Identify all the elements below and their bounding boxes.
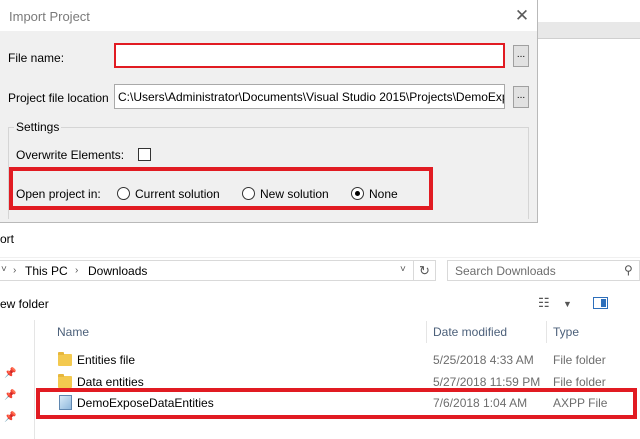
radio-new-solution-label[interactable]: New solution <box>260 187 329 201</box>
file-name-label: File name: <box>8 51 65 65</box>
file-name: Entities file <box>77 353 136 367</box>
project-location-browse-button[interactable]: ... <box>513 86 529 108</box>
overwrite-elements-label: Overwrite Elements: <box>16 148 125 162</box>
folder-icon <box>58 352 72 366</box>
breadcrumb-this-pc[interactable]: This PC <box>25 264 68 278</box>
search-placeholder: Search Downloads <box>455 264 556 278</box>
project-location-label: Project file location <box>8 91 109 105</box>
import-project-dialog: Import Project ✕ File name: ... Project … <box>0 0 538 223</box>
file-name: DemoExposeDataEntities <box>77 396 214 410</box>
column-header-date[interactable]: Date modified <box>433 325 507 339</box>
pin-icon[interactable]: 📌 <box>4 368 16 379</box>
address-dropdown-icon[interactable]: ˅ <box>400 264 406 275</box>
radio-new-solution[interactable] <box>242 187 255 200</box>
file-type: File folder <box>553 375 606 389</box>
project-location-value: C:\Users\Administrator\Documents\Visual … <box>118 90 505 104</box>
file-name-browse-button[interactable]: ... <box>513 45 529 67</box>
background-toolbar <box>538 22 640 39</box>
background-app <box>538 0 640 232</box>
radio-current-solution-label[interactable]: Current solution <box>135 187 220 201</box>
radio-none[interactable] <box>351 187 364 200</box>
explorer-title-divider <box>0 257 640 258</box>
project-location-input[interactable]: C:\Users\Administrator\Documents\Visual … <box>114 84 505 109</box>
view-options-icon[interactable]: ☷ <box>538 295 550 311</box>
breadcrumb-separator-icon: › <box>75 265 79 276</box>
breadcrumb-separator-icon: › <box>13 265 17 276</box>
file-row[interactable]: DemoExposeDataEntities 7/6/2018 1:04 AM … <box>48 393 640 414</box>
explorer-title: ort <box>0 232 15 246</box>
folder-icon <box>58 374 72 388</box>
overwrite-elements-checkbox[interactable] <box>138 148 151 161</box>
pin-icon[interactable]: 📌 <box>4 390 16 401</box>
navigation-pane: 📌 📌 📌 <box>0 320 35 439</box>
file-date: 5/25/2018 4:33 AM <box>433 353 534 367</box>
file-explorer-window: ort ˅ › This PC › Downloads ˅ ↻ Search D… <box>0 223 640 439</box>
refresh-icon[interactable]: ↻ <box>414 260 436 281</box>
radio-current-solution[interactable] <box>117 187 130 200</box>
preview-pane-icon[interactable] <box>593 297 608 309</box>
radio-none-label[interactable]: None <box>369 187 398 201</box>
file-type: AXPP File <box>553 396 608 410</box>
column-divider[interactable] <box>426 321 427 343</box>
file-row[interactable]: Data entities 5/27/2018 11:59 PM File fo… <box>48 372 640 393</box>
address-bar[interactable]: ˅ › This PC › Downloads ˅ <box>0 260 414 281</box>
file-type: File folder <box>553 353 606 367</box>
file-name: Data entities <box>77 375 144 389</box>
search-icon: ⚲ <box>624 263 633 277</box>
settings-group: Settings <box>8 120 529 219</box>
file-date: 5/27/2018 11:59 PM <box>433 375 541 389</box>
settings-caption: Settings <box>14 120 62 134</box>
breadcrumb-downloads[interactable]: Downloads <box>88 264 147 278</box>
open-project-label: Open project in: <box>16 187 101 201</box>
file-name-input[interactable] <box>114 43 505 68</box>
axpp-file-icon <box>59 395 72 410</box>
search-box[interactable]: Search Downloads ⚲ <box>447 260 640 281</box>
column-header-type[interactable]: Type <box>553 325 579 339</box>
pin-icon[interactable]: 📌 <box>4 412 16 423</box>
file-date: 7/6/2018 1:04 AM <box>433 396 528 410</box>
dialog-titlebar: Import Project ✕ <box>0 0 537 31</box>
view-dropdown-icon[interactable]: ▼ <box>563 299 572 309</box>
chevron-down-icon[interactable]: ˅ <box>1 264 7 275</box>
dialog-title: Import Project <box>9 9 90 24</box>
column-header-name[interactable]: Name <box>57 325 89 339</box>
close-icon[interactable]: ✕ <box>510 5 534 27</box>
file-row[interactable]: Entities file 5/25/2018 4:33 AM File fol… <box>48 350 640 371</box>
column-divider[interactable] <box>546 321 547 343</box>
new-folder-button[interactable]: ew folder <box>0 297 49 311</box>
